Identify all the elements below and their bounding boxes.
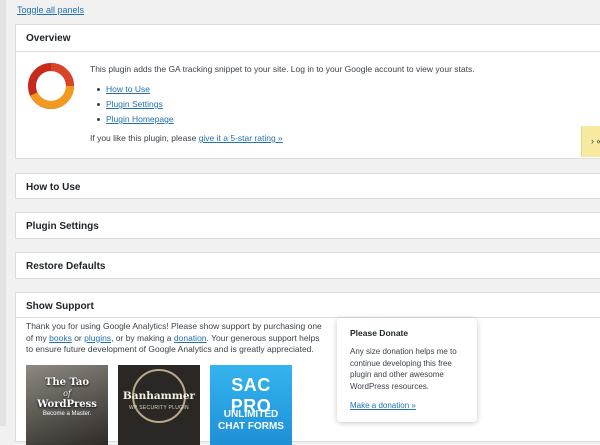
plugins-link[interactable]: plugins [84, 333, 111, 343]
tao-title: The Tao of WordPress [26, 377, 108, 410]
sac-line-3: CHAT FORMS [218, 421, 284, 432]
donation-link[interactable]: donation [174, 333, 207, 343]
panel-divider [16, 51, 600, 52]
how-to-use-panel-title[interactable]: How to Use [26, 182, 80, 193]
make-donation-link[interactable]: Make a donation » [350, 401, 416, 410]
tao-line-2: of [63, 389, 71, 398]
plugin-settings-panel-title[interactable]: Plugin Settings [26, 221, 99, 232]
plugin-homepage-link[interactable]: Plugin Homepage [106, 114, 174, 124]
tao-line-1: The Tao [44, 377, 90, 388]
how-to-use-link[interactable]: How to Use [106, 84, 150, 94]
overview-description: This plugin adds the GA tracking snippet… [90, 64, 475, 74]
side-tab-glyph: › « [591, 136, 600, 146]
how-to-use-panel[interactable]: How to Use [15, 173, 600, 199]
list-item: Plugin Settings [96, 97, 174, 112]
panel-divider [16, 317, 600, 318]
books-link[interactable]: books [49, 333, 72, 343]
banhammer-plugin-thumbnail[interactable]: Banhammer WP SECURITY PLUGIN [118, 365, 200, 445]
admin-sidebar-edge [0, 0, 6, 426]
sac-pro-subtitle: UNLIMITED CHAT FORMS [210, 409, 292, 433]
rating-prefix: If you like this plugin, please [90, 133, 199, 143]
sac-pro-plugin-thumbnail[interactable]: SAC PRO UNLIMITED CHAT FORMS [210, 365, 292, 445]
rating-text: If you like this plugin, please give it … [90, 133, 283, 143]
list-item: Plugin Homepage [96, 112, 174, 127]
side-toggle-tab[interactable]: › « [581, 126, 600, 157]
tao-of-wordpress-book-thumbnail[interactable]: The Tao of WordPress Become a Master. [26, 365, 108, 445]
banhammer-title: Banhammer [122, 390, 196, 402]
support-message: Thank you for using Google Analytics! Pl… [26, 321, 326, 356]
donate-card: Please Donate Any size donation helps me… [337, 318, 477, 422]
overview-links-list: How to Use Plugin Settings Plugin Homepa… [96, 82, 174, 127]
overview-panel-title[interactable]: Overview [26, 33, 70, 44]
show-support-panel: Show Support Thank you for using Google … [15, 292, 600, 445]
restore-defaults-panel-title[interactable]: Restore Defaults [26, 261, 105, 272]
rating-link[interactable]: give it a 5-star rating » [199, 133, 283, 143]
restore-defaults-panel[interactable]: Restore Defaults [15, 252, 600, 279]
show-support-panel-title[interactable]: Show Support [26, 301, 94, 312]
support-text-2: , or by making a [111, 332, 174, 343]
tao-line-3: WordPress [37, 399, 97, 410]
donate-title: Please Donate [350, 328, 409, 338]
plugin-settings-link[interactable]: Plugin Settings [106, 99, 163, 109]
list-item: How to Use [96, 82, 174, 97]
sac-line-2: UNLIMITED [223, 409, 279, 420]
plugin-settings-panel[interactable]: Plugin Settings [15, 212, 600, 239]
support-text-or: or [71, 332, 85, 343]
tao-tagline: Become a Master. [42, 411, 92, 417]
overview-panel: Overview This plugin adds the GA trackin… [15, 24, 600, 159]
donate-body: Any size donation helps me to continue d… [350, 347, 457, 391]
toggle-all-panels-link[interactable]: Toggle all panels [17, 5, 84, 15]
banhammer-subtitle: WP SECURITY PLUGIN [129, 405, 189, 411]
plugin-logo-icon [28, 63, 74, 110]
